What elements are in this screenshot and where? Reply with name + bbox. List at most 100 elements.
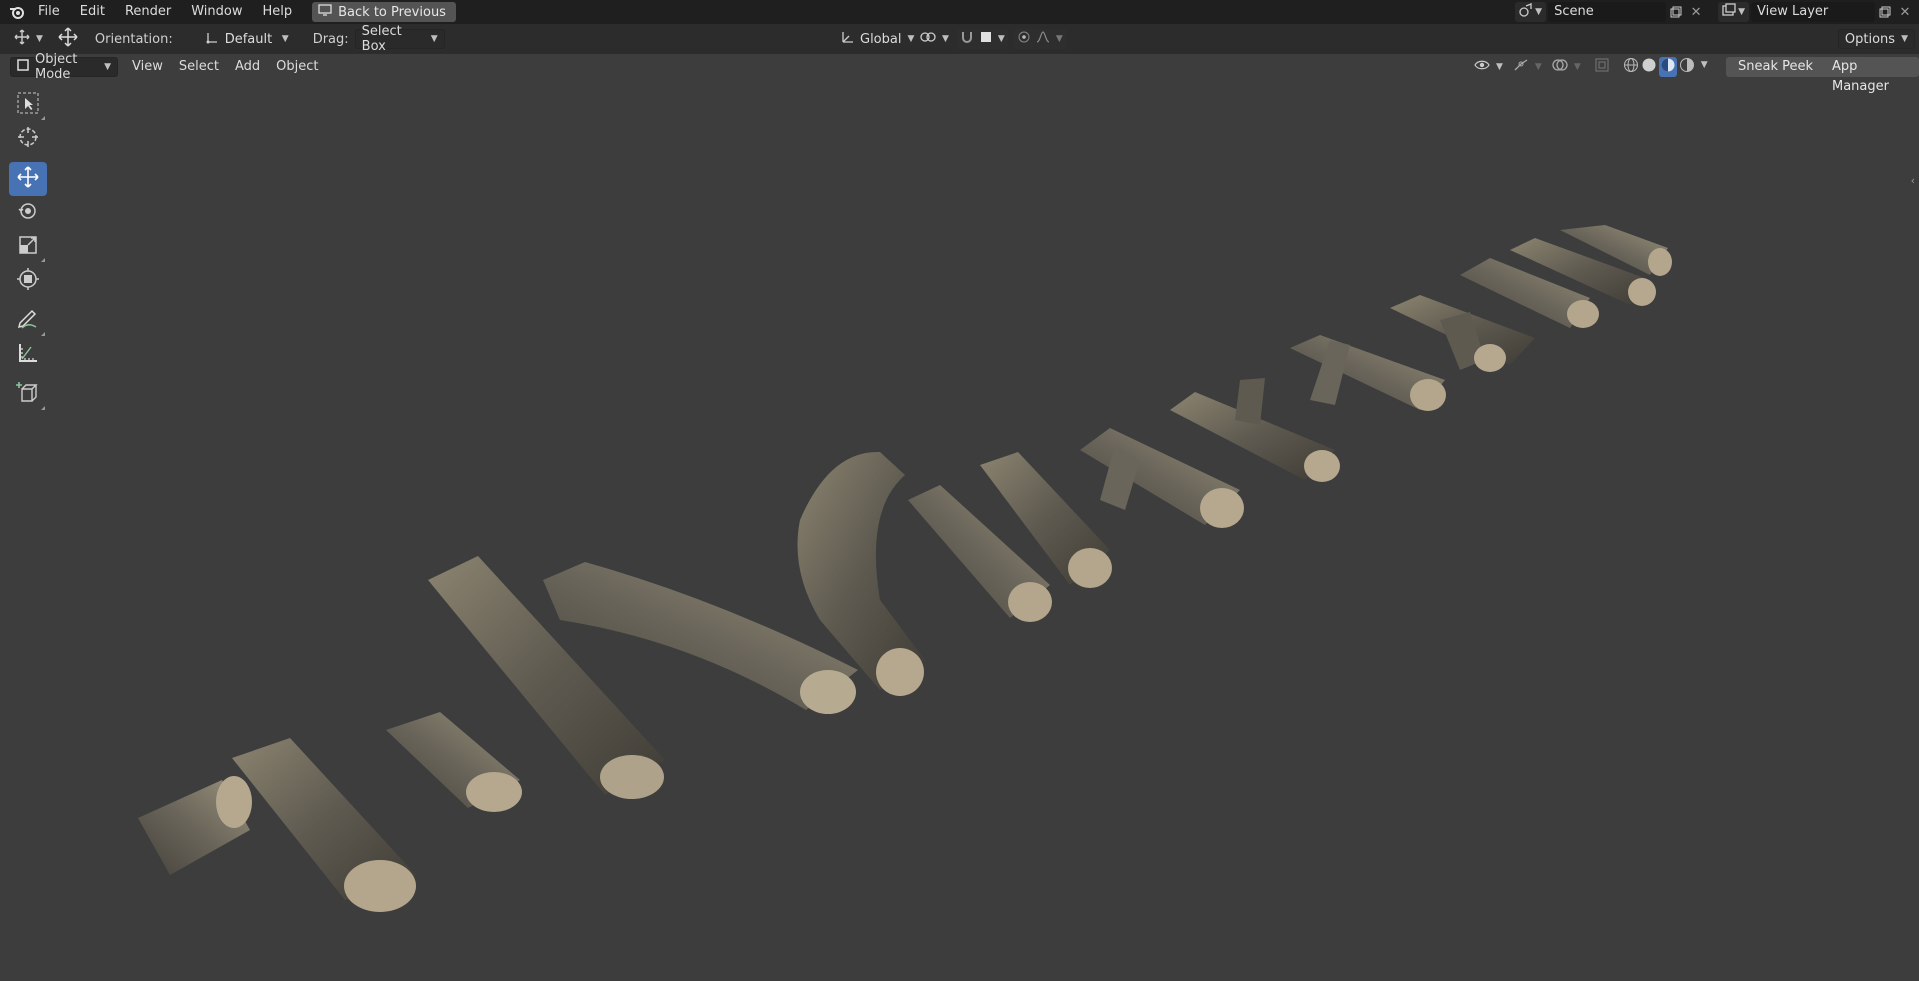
global-axes-icon <box>840 30 854 48</box>
back-to-previous-button[interactable]: Back to Previous <box>312 2 456 22</box>
chevron-down-icon: ▼ <box>104 62 111 72</box>
view-layer-selector: ▼ View Layer ✕ <box>1718 2 1915 22</box>
gizmo-icon <box>1513 58 1529 76</box>
falloff-icon <box>1036 31 1050 47</box>
mode-value: Object Mode <box>35 52 78 82</box>
pivot-point-dropdown[interactable]: ▼ <box>918 29 951 49</box>
snap-toggle[interactable]: ▼ <box>956 29 1008 49</box>
gizmo-toggle[interactable]: ▼ <box>1511 57 1544 77</box>
orientation-label: Orientation: <box>94 31 173 47</box>
view-layer-name-field[interactable]: View Layer <box>1751 2 1875 22</box>
transform-icon <box>16 267 40 295</box>
select-box-tool[interactable] <box>9 88 47 122</box>
view-layer-delete-icon[interactable]: ✕ <box>1895 2 1915 22</box>
menu-render[interactable]: Render <box>115 0 181 24</box>
overlays-icon <box>1552 58 1568 76</box>
magnet-icon <box>960 30 974 48</box>
app-manager-button[interactable]: App Manager <box>1820 57 1919 94</box>
chevron-down-icon: ▼ <box>942 34 949 44</box>
tool-variants-corner <box>41 406 45 410</box>
scene-new-icon[interactable] <box>1666 2 1686 22</box>
chevron-down-icon: ▼ <box>907 34 915 44</box>
mode-dropdown[interactable]: Object Mode ▼ <box>10 52 118 82</box>
menu-help[interactable]: Help <box>253 0 303 24</box>
chevron-down-icon: ▼ <box>1901 34 1908 44</box>
top-menu-bar: File Edit Render Window Help Back to Pre… <box>0 0 1919 24</box>
log-11[interactable] <box>1290 335 1446 411</box>
chevron-down-icon: ▼ <box>430 34 438 44</box>
transform-controls: Global ▼ ▼ ▼ ▼ <box>834 29 1067 49</box>
log-3[interactable] <box>386 712 522 812</box>
overlays-toggle[interactable]: ▼ <box>1550 57 1583 77</box>
blender-logo-icon[interactable] <box>6 1 28 23</box>
editor-type-dropdown[interactable]: ▼ <box>8 29 49 49</box>
select-box-icon <box>16 91 40 119</box>
viewport-menu-add[interactable]: Add <box>227 57 268 77</box>
chevron-down-icon: ▼ <box>281 34 289 44</box>
move-tool[interactable] <box>9 162 47 196</box>
scale-icon <box>16 233 40 261</box>
viewport-menu-select[interactable]: Select <box>171 57 227 77</box>
viewport-menu-object[interactable]: Object <box>268 57 326 77</box>
monitor-icon <box>318 4 332 20</box>
measure-ruler-icon <box>16 341 40 369</box>
wireframe-shading-icon[interactable] <box>1623 57 1639 77</box>
scene-browse-dropdown[interactable]: ▼ <box>1515 2 1547 22</box>
xray-icon[interactable] <box>1595 58 1609 76</box>
chevron-down-icon: ▼ <box>1534 62 1542 72</box>
chevron-down-icon: ▼ <box>1573 62 1581 72</box>
tool-variants-corner <box>41 116 45 120</box>
view-layer-browse-dropdown[interactable]: ▼ <box>1718 2 1749 22</box>
log-1[interactable] <box>138 776 252 875</box>
chevron-down-icon: ▼ <box>997 34 1005 44</box>
chevron-down-icon: ▼ <box>1496 62 1503 72</box>
chevron-down-icon: ▼ <box>36 34 43 44</box>
sneak-peek-button[interactable]: Sneak Peek <box>1726 57 1826 77</box>
log-12[interactable] <box>1390 295 1535 372</box>
chevron-down-icon: ▼ <box>1055 34 1063 44</box>
solid-shading-icon[interactable] <box>1641 57 1657 77</box>
annotate-pencil-icon <box>16 307 40 335</box>
chevron-down-icon: ▼ <box>1535 7 1543 17</box>
annotate-tool[interactable] <box>9 304 47 338</box>
cursor-tool[interactable] <box>9 122 47 156</box>
chevron-down-icon[interactable]: ▼ <box>1701 57 1708 77</box>
proportional-edit-toggle[interactable]: ▼ <box>1013 29 1067 49</box>
viewport-scene <box>138 225 1672 912</box>
pivot-icon <box>920 30 936 48</box>
add-cube-tool[interactable] <box>9 378 47 412</box>
menu-file[interactable]: File <box>28 0 70 24</box>
proportional-edit-icon <box>1018 31 1030 47</box>
material-preview-icon[interactable] <box>1658 57 1677 77</box>
drag-dropdown[interactable]: Select Box ▼ <box>354 24 445 54</box>
transform-tool[interactable] <box>9 264 47 298</box>
3d-viewport[interactable]: ‹ <box>0 80 1919 977</box>
shading-modes: ▼ <box>1623 57 1708 77</box>
back-to-previous-label: Back to Previous <box>338 4 446 20</box>
chevron-down-icon: ▼ <box>1738 7 1745 17</box>
rotate-tool[interactable] <box>9 196 47 230</box>
options-label: Options <box>1844 31 1896 47</box>
options-dropdown[interactable]: Options ▼ <box>1837 29 1915 49</box>
menu-window[interactable]: Window <box>181 0 252 24</box>
add-cube-icon <box>16 381 40 409</box>
viewport-menu-view[interactable]: View <box>124 57 171 77</box>
scene-selector: ▼ Scene ✕ <box>1515 2 1706 22</box>
scene-name-field[interactable]: Scene <box>1548 2 1667 22</box>
menu-edit[interactable]: Edit <box>70 0 115 24</box>
rendered-shading-icon[interactable] <box>1679 57 1695 77</box>
transform-orientation-dropdown[interactable]: Global ▼ <box>834 29 915 49</box>
sidebar-expand-icon[interactable]: ‹ <box>1911 174 1915 187</box>
drag-label: Drag: <box>312 31 349 47</box>
log-9[interactable] <box>1080 428 1244 528</box>
measure-tool[interactable] <box>9 338 47 372</box>
view-layer-new-icon[interactable] <box>1875 2 1895 22</box>
rotate-icon <box>16 199 40 227</box>
orientation-dropdown[interactable]: Default ▼ <box>199 29 295 49</box>
log-2[interactable] <box>232 738 416 912</box>
visibility-dropdown[interactable]: ▼ <box>1472 57 1505 77</box>
scale-tool[interactable] <box>9 230 47 264</box>
transform-orientation-value: Global <box>860 31 902 47</box>
scene-delete-icon[interactable]: ✕ <box>1686 2 1706 22</box>
viewport-overlay-controls: ▼ ▼ ▼ ▼ <box>1472 57 1708 77</box>
